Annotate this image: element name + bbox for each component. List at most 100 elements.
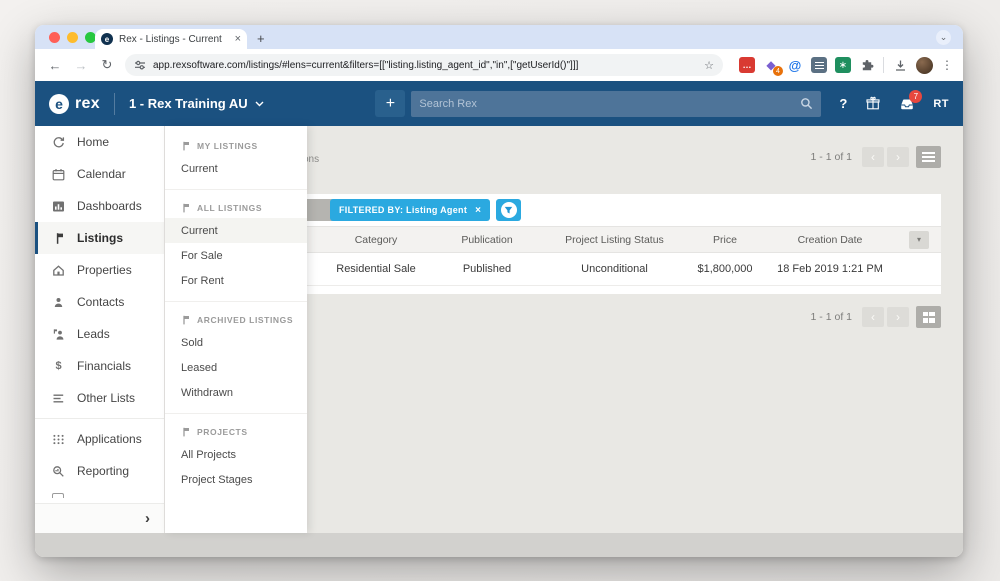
pin-icon: [183, 141, 189, 151]
top-pagination: 1 - 1 of 1 ‹ ›: [811, 146, 941, 168]
sidebar-item-other-lists[interactable]: Other Lists: [35, 382, 164, 414]
help-button[interactable]: ?: [839, 96, 847, 111]
sidebar-item-contacts[interactable]: Contacts: [35, 286, 164, 318]
filter-button[interactable]: [496, 199, 522, 221]
app-body: ons 1 - 1 of 1 ‹ › FILTERED BY: Listing …: [35, 126, 963, 557]
flyout-divider: [165, 413, 307, 414]
forward-button[interactable]: →: [73, 58, 89, 73]
sidebar-expand-button[interactable]: ›: [145, 510, 150, 527]
column-header-publication[interactable]: Publication: [432, 226, 542, 253]
browser-window: e Rex - Listings - Current × + ⌄ ← → ↻ a…: [35, 25, 963, 557]
rex-favicon-icon: e: [101, 33, 113, 45]
sidebar-label: Leads: [77, 327, 110, 341]
extensions-puzzle-icon[interactable]: [859, 57, 875, 73]
browser-tab[interactable]: e Rex - Listings - Current ×: [95, 29, 247, 49]
sidebar-item-applications[interactable]: Applications: [35, 423, 164, 455]
funnel-icon: [500, 202, 517, 218]
sidebar-item-listings[interactable]: Listings: [35, 222, 164, 254]
sidebar-item-leads[interactable]: Leads: [35, 318, 164, 350]
extension-at-icon[interactable]: @: [787, 57, 803, 73]
sidebar-divider: [35, 418, 164, 419]
flyout-item-withdrawn[interactable]: Withdrawn: [165, 380, 307, 405]
column-header-category[interactable]: Category: [320, 226, 432, 253]
browser-toolbar: ← → ↻ app.rexsoftware.com/listings/#lens…: [35, 49, 963, 81]
tab-close-icon[interactable]: ×: [235, 33, 241, 45]
back-button[interactable]: ←: [47, 58, 63, 73]
home-refresh-icon: [53, 136, 65, 147]
browser-menu-icon[interactable]: ⋮: [941, 58, 953, 72]
bookmark-star-icon[interactable]: ☆: [704, 59, 714, 72]
flyout-item-all-current[interactable]: Current: [165, 218, 307, 243]
quick-add-button[interactable]: +: [375, 90, 406, 117]
sidebar-item-home[interactable]: Home: [35, 126, 164, 158]
cell-project-listing-status: Unconditional: [542, 252, 687, 286]
downloads-icon[interactable]: [892, 57, 908, 73]
tab-strip: e Rex - Listings - Current × + ⌄: [35, 25, 963, 49]
prev-page-button[interactable]: ‹: [862, 307, 884, 327]
sidebar-item-dashboards[interactable]: Dashboards: [35, 190, 164, 222]
pin-icon: [183, 203, 189, 213]
sidebar-label: Applications: [77, 432, 142, 446]
flyout-section-title: PROJECTS: [197, 427, 248, 437]
url-text[interactable]: app.rexsoftware.com/listings/#lens=curre…: [153, 60, 697, 71]
close-window-button[interactable]: [49, 32, 60, 43]
user-avatar[interactable]: RT: [933, 98, 949, 110]
column-header-price[interactable]: Price: [687, 226, 763, 253]
new-tab-button[interactable]: +: [257, 31, 265, 47]
column-options-button[interactable]: ▾: [909, 230, 929, 249]
flyout-item-for-rent[interactable]: For Rent: [165, 268, 307, 293]
list-view-toggle-button[interactable]: [916, 146, 941, 168]
extension-green-icon[interactable]: ∗: [835, 57, 851, 73]
extension-slate-icon[interactable]: [811, 57, 827, 73]
grid-view-toggle-button[interactable]: [916, 306, 941, 328]
column-header-creation-date[interactable]: Creation Date: [763, 226, 897, 253]
reload-button[interactable]: ↻: [99, 57, 115, 73]
sidebar-label: Dashboards: [77, 199, 142, 213]
flyout-item-my-current[interactable]: Current: [165, 156, 307, 181]
next-page-button[interactable]: ›: [887, 147, 909, 167]
sidebar-item-properties[interactable]: Properties: [35, 254, 164, 286]
prev-page-button[interactable]: ‹: [862, 147, 884, 167]
address-bar[interactable]: app.rexsoftware.com/listings/#lens=curre…: [125, 54, 723, 76]
minimize-window-button[interactable]: [67, 32, 78, 43]
active-filter-pill[interactable]: FILTERED BY: Listing Agent ×: [330, 199, 491, 221]
global-search[interactable]: [411, 90, 822, 117]
sidebar-item-financials[interactable]: $ Financials: [35, 350, 164, 382]
extension-icons: … ◆ 4 @ ∗ ⋮: [739, 56, 953, 76]
rex-logo[interactable]: e rex: [49, 93, 100, 114]
sidebar-label: Calendar: [77, 167, 126, 181]
next-page-button[interactable]: ›: [887, 307, 909, 327]
cell-creation-date: 18 Feb 2019 1:21 PM: [763, 252, 897, 286]
flyout-item-all-projects[interactable]: All Projects: [165, 442, 307, 467]
whats-new-gift-icon[interactable]: [865, 96, 881, 111]
notifications-tray-icon[interactable]: 7: [899, 89, 923, 111]
bottom-pagination: 1 - 1 of 1 ‹ ›: [811, 306, 941, 328]
notification-badge: 7: [909, 89, 923, 103]
sidebar-item-calendar[interactable]: Calendar: [35, 158, 164, 190]
row-actions-cell: [897, 252, 941, 286]
desktop-background: e Rex - Listings - Current × + ⌄ ← → ↻ a…: [0, 0, 1000, 581]
cell-publication: Published: [432, 252, 542, 286]
account-switcher[interactable]: 1 - Rex Training AU: [129, 96, 264, 111]
rex-logo-text: rex: [75, 94, 100, 112]
search-icon[interactable]: [800, 97, 813, 110]
listings-flyout-menu: MY LISTINGS Current ALL LISTINGS Current…: [165, 126, 307, 533]
column-header-project-listing-status[interactable]: Project Listing Status: [542, 226, 687, 253]
account-name: 1 - Rex Training AU: [128, 96, 248, 111]
sidebar-label: Listings: [77, 231, 124, 245]
pagination-count: 1 - 1 of 1: [810, 311, 852, 323]
search-input[interactable]: [419, 97, 801, 110]
extension-red-icon[interactable]: …: [739, 57, 755, 73]
flyout-item-for-sale[interactable]: For Sale: [165, 243, 307, 268]
extension-purple-icon[interactable]: ◆ 4: [763, 57, 783, 76]
site-settings-icon[interactable]: [134, 59, 146, 71]
house-icon: [53, 264, 64, 276]
flyout-item-sold[interactable]: Sold: [165, 330, 307, 355]
cell-price: $1,800,000: [687, 252, 763, 286]
tab-search-chevron-icon[interactable]: ⌄: [936, 30, 951, 45]
remove-filter-icon[interactable]: ×: [475, 205, 481, 216]
sidebar-item-reporting[interactable]: Reporting: [35, 455, 164, 487]
flyout-item-project-stages[interactable]: Project Stages: [165, 467, 307, 492]
browser-profile-avatar[interactable]: [916, 56, 933, 74]
flyout-item-leased[interactable]: Leased: [165, 355, 307, 380]
